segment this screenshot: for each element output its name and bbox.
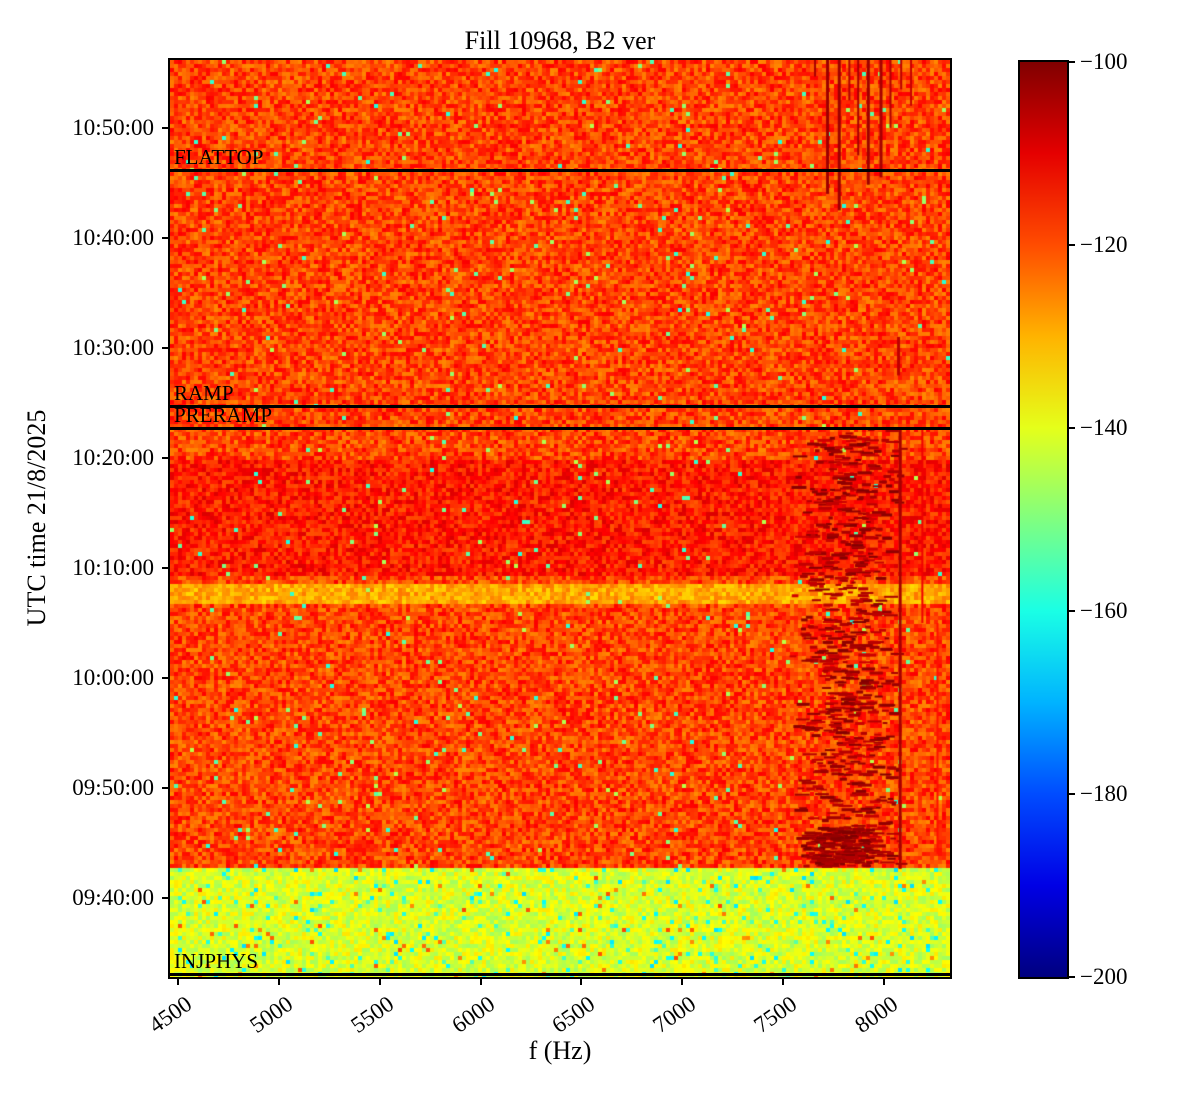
x-tick-label-text: 6000 (446, 991, 499, 1038)
event-label-injphys: INJPHYS (174, 949, 259, 974)
y-tick-label: 10:40:00 (72, 224, 154, 250)
plot-title: Fill 10968, B2 ver (464, 26, 656, 55)
x-tick-label: 4500 (136, 991, 196, 1038)
event-label-preramp: PRERAMP (174, 403, 273, 428)
y-tick-label: 10:50:00 (72, 114, 154, 140)
colorbar-tick-label: −100 (1080, 49, 1128, 74)
y-tick-label: 10:10:00 (72, 555, 154, 581)
y-tick-mark (162, 677, 170, 680)
y-tick-mark (162, 787, 170, 790)
event-line-ramp (170, 404, 950, 408)
y-tick-label: 10:30:00 (72, 334, 154, 360)
x-tick-mark (378, 977, 381, 985)
spectrogram-canvas (170, 60, 950, 977)
colorbar-tick-mark (1067, 793, 1075, 795)
y-tick-mark (162, 567, 170, 570)
colorbar-tick-mark (1067, 61, 1075, 63)
colorbar-tick-mark (1067, 610, 1075, 612)
event-line-flattop (170, 168, 950, 172)
y-tick-label: 09:50:00 (72, 775, 154, 801)
x-tick-label-text: 6500 (547, 991, 600, 1038)
colorbar-tick-mark (1067, 976, 1075, 978)
colorbar-tick-mark (1067, 427, 1075, 429)
y-tick-label: 09:40:00 (72, 885, 154, 911)
colorbar-tick-label: −200 (1080, 964, 1128, 989)
x-tick-label: 8000 (842, 991, 902, 1038)
y-tick-label: 10:20:00 (72, 444, 154, 470)
event-label-flattop: FLATTOP (174, 145, 264, 170)
x-tick-mark (277, 977, 280, 985)
x-tick-label-text: 5500 (346, 991, 399, 1038)
colorbar-tick-label: −120 (1080, 232, 1128, 257)
event-line-injphys (170, 972, 950, 976)
y-tick-mark (162, 236, 170, 239)
x-tick-label-text: 4500 (144, 991, 197, 1038)
colorbar-gradient (1020, 62, 1067, 977)
x-tick-mark (681, 977, 684, 985)
x-tick-label-text: 7000 (648, 991, 701, 1038)
y-tick-mark (162, 456, 170, 459)
x-tick-label: 5000 (237, 991, 297, 1038)
y-tick-mark (162, 897, 170, 900)
x-axis-label: f (Hz) (528, 1036, 592, 1065)
colorbar-tick-mark (1067, 244, 1075, 246)
x-tick-label: 6500 (539, 991, 600, 1038)
colorbar (1018, 60, 1069, 979)
colorbar-tick-label: −180 (1080, 781, 1128, 806)
x-tick-label-text: 7500 (749, 991, 802, 1038)
x-tick-mark (479, 977, 482, 985)
y-tick-mark (162, 126, 170, 129)
x-tick-mark (782, 977, 785, 985)
spectrogram-figure: Fill 10968, B2 ver UTC time 21/8/2025 f … (0, 0, 1200, 1100)
x-tick-mark (883, 977, 886, 985)
colorbar-tick-label: −160 (1080, 598, 1128, 623)
x-tick-label: 5500 (338, 991, 398, 1038)
x-tick-label: 7000 (640, 991, 701, 1038)
colorbar-tick-label: −140 (1080, 415, 1128, 440)
spectrogram-plot: FLATTOP RAMP PRERAMP INJPHYS (168, 58, 952, 979)
event-line-preramp (170, 426, 950, 430)
x-tick-label-text: 5000 (245, 991, 298, 1038)
x-tick-mark (580, 977, 583, 985)
event-label-ramp: RAMP (174, 381, 234, 406)
x-tick-label: 6000 (439, 991, 499, 1038)
y-axis-label: UTC time 21/8/2025 (22, 409, 51, 627)
x-tick-mark (177, 977, 180, 985)
y-tick-mark (162, 346, 170, 349)
x-tick-label-text: 8000 (850, 991, 903, 1038)
x-tick-label: 7500 (741, 991, 802, 1038)
y-tick-label: 10:00:00 (72, 665, 154, 691)
